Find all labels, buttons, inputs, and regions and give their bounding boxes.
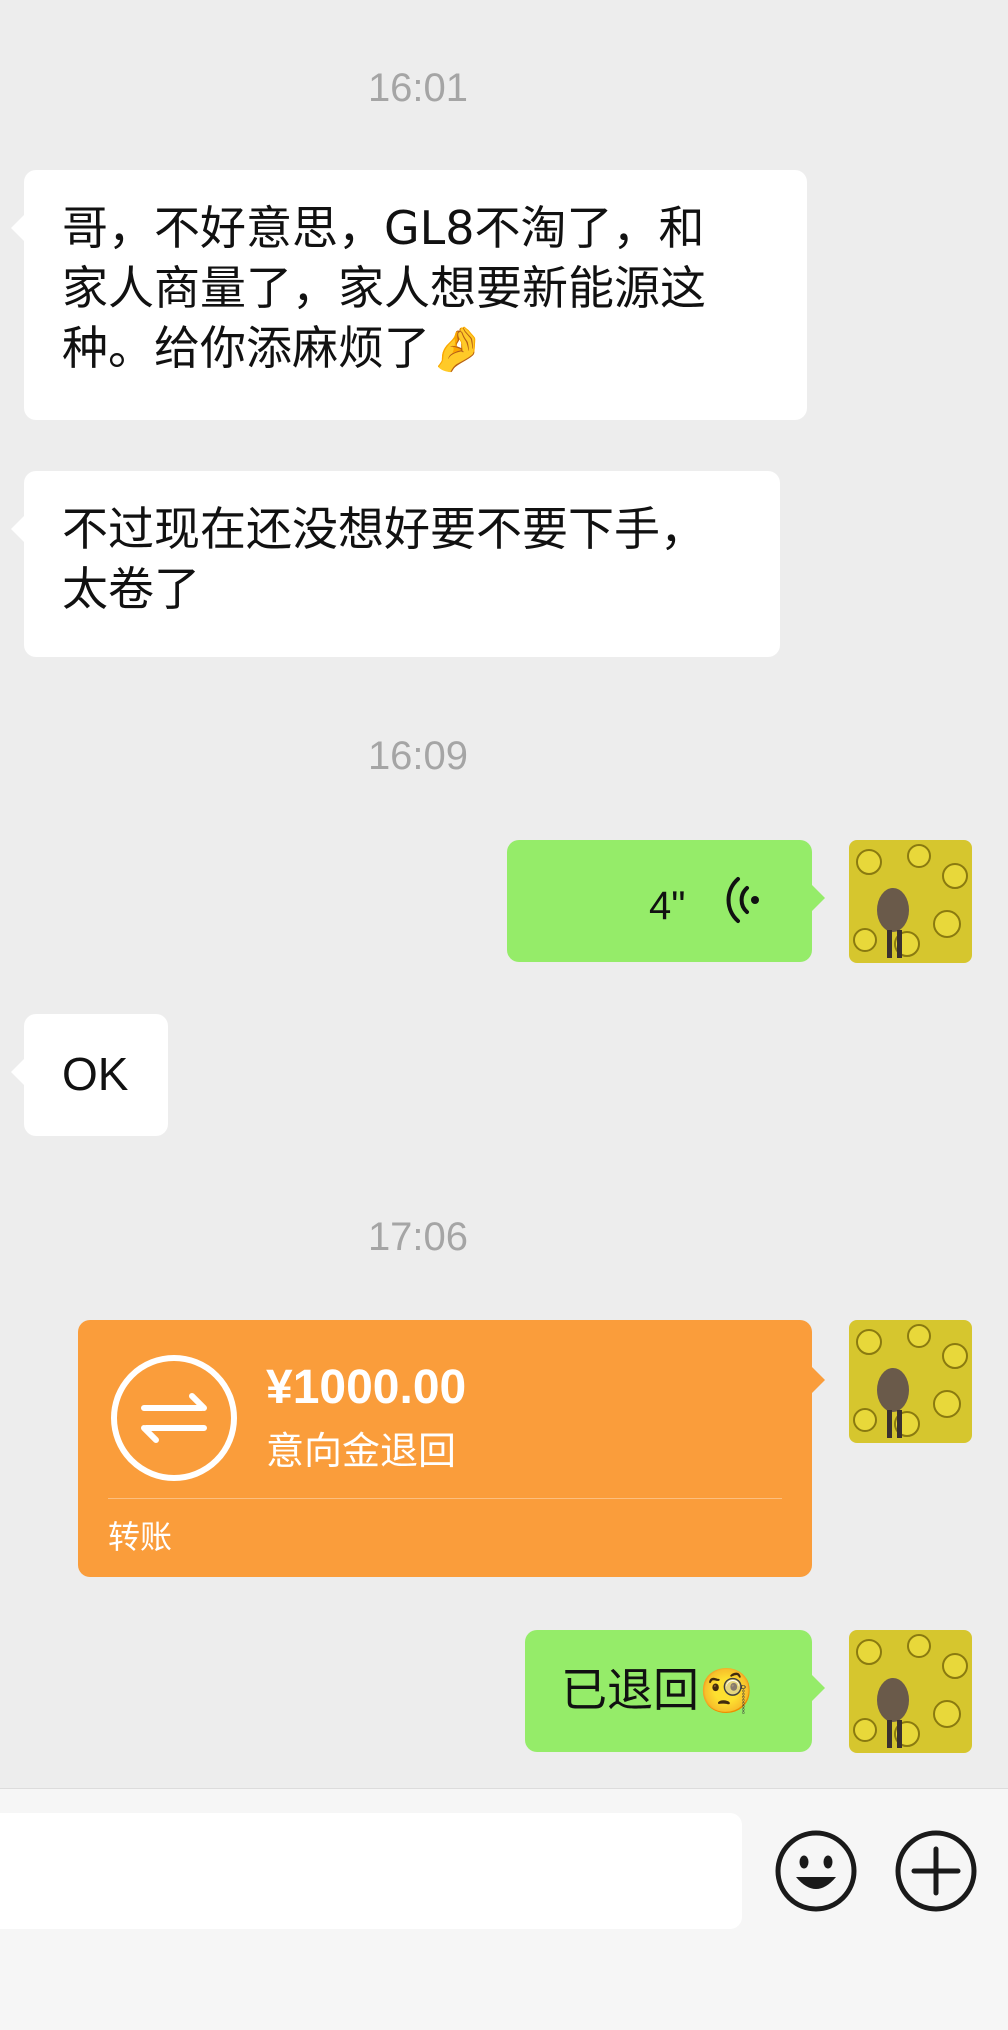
transfer-arrows-icon: [111, 1355, 237, 1481]
input-bar: [0, 1788, 1008, 2030]
message-text: 种。给你添麻烦了: [62, 321, 430, 375]
smiley-pattern-avatar-icon: [849, 1630, 972, 1753]
smiley-pattern-avatar-icon: [849, 840, 972, 963]
transfer-label: 转账: [108, 1518, 173, 1556]
incoming-message-bubble[interactable]: 不过现在还没想好要不要下手， 太卷了: [11, 471, 780, 657]
pinched-hand-emoji: 🤌: [430, 324, 485, 375]
incoming-message-bubble[interactable]: OK: [11, 1014, 168, 1136]
timestamp: 16:01: [367, 66, 469, 110]
message-input[interactable]: [0, 1813, 742, 1929]
smiley-icon[interactable]: [774, 1829, 858, 1913]
message-text: 已退回: [561, 1663, 699, 1717]
timestamp: 16:09: [367, 734, 469, 778]
transfer-card[interactable]: ¥1000.00 意向金退回 转账: [78, 1320, 825, 1577]
incoming-message-bubble[interactable]: 哥，不好意思，GL8不淘了，和 家人商量了，家人想要新能源这 种。给你添麻烦了🤌: [11, 170, 807, 420]
message-text-line: 不过现在还没想好要不要下手，: [62, 502, 706, 556]
outgoing-message-bubble[interactable]: 已退回🧐: [525, 1630, 825, 1752]
voice-wave-icon: [726, 877, 759, 923]
message-text-line: 太卷了: [62, 562, 200, 616]
transfer-divider: [108, 1498, 782, 1499]
timestamp: 17:06: [367, 1215, 469, 1259]
transfer-note: 意向金退回: [266, 1429, 457, 1473]
avatar[interactable]: [849, 1320, 972, 1443]
transfer-amount: ¥1000.00: [266, 1361, 467, 1414]
avatar[interactable]: [849, 840, 972, 963]
message-text-line: 种。给你添麻烦了🤌: [62, 318, 807, 380]
avatar[interactable]: [849, 1630, 972, 1753]
message-text: OK: [62, 1048, 129, 1100]
monocle-face-emoji: 🧐: [699, 1666, 754, 1717]
message-text-line: 哥，不好意思，GL8不淘了，和: [62, 201, 705, 255]
voice-duration: 4": [649, 884, 686, 928]
message-text-line: 家人商量了，家人想要新能源这: [62, 261, 706, 315]
smiley-pattern-avatar-icon: [849, 1320, 972, 1443]
voice-message-bubble[interactable]: 4": [507, 840, 825, 962]
plus-circle-icon[interactable]: [894, 1829, 978, 1913]
